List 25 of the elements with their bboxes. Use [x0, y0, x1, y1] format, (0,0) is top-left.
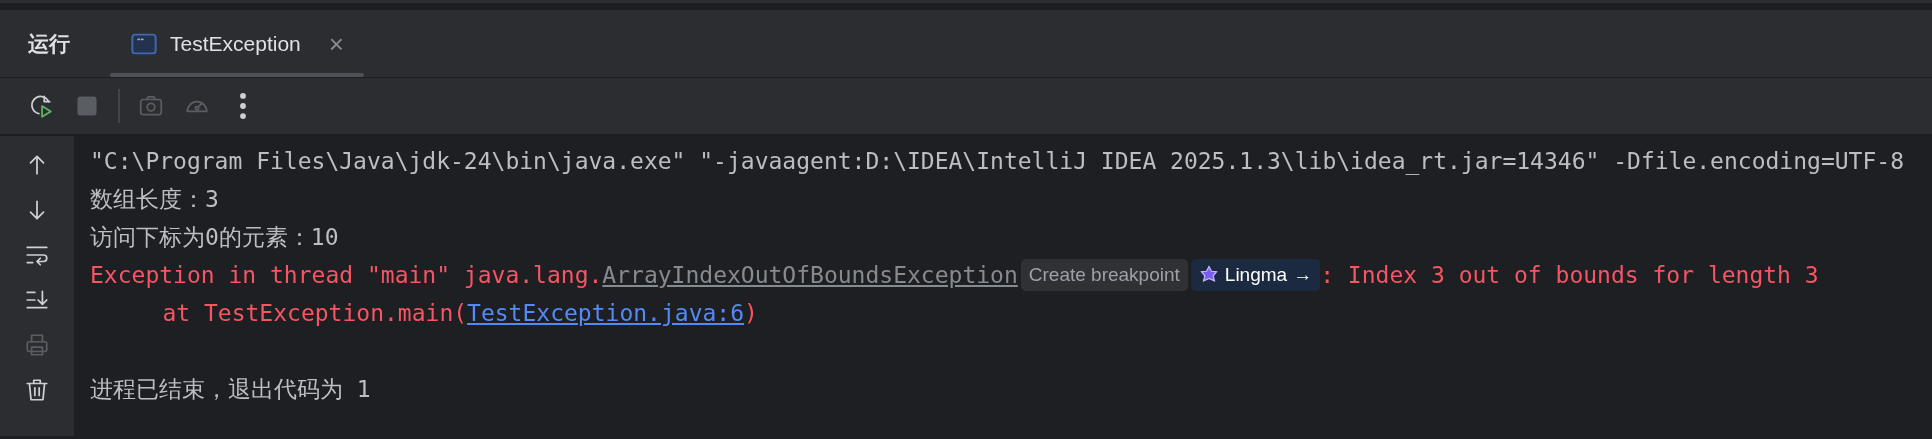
output-text: 访问下标为0的元素：10 [90, 222, 339, 252]
chip-arrow: → [1293, 262, 1313, 287]
rerun-icon [28, 93, 54, 119]
more-icon [240, 93, 246, 119]
camera-icon [138, 93, 164, 119]
close-button[interactable]: × [328, 30, 344, 57]
ai-assistant-button[interactable]: Lingma → [1190, 258, 1321, 292]
chip-label: Lingma [1224, 262, 1288, 287]
printer-icon [24, 332, 50, 358]
output-text: : Index 3 out of bounds for length 3 [1320, 260, 1819, 290]
output-text: ) [744, 298, 758, 328]
trash-icon [24, 377, 50, 403]
output-text: at TestException.main( [162, 298, 468, 328]
file-link[interactable]: TestException.java:6 [467, 295, 745, 331]
tool-window-title: 运行 [28, 30, 70, 57]
output-text: 进程已结束，退出代码为 1 [90, 374, 371, 404]
tab-label: TestException [170, 30, 301, 57]
stop-icon [74, 93, 100, 119]
star-icon [1198, 265, 1219, 285]
run-tab[interactable]: TestException × [110, 10, 364, 77]
create-breakpoint-button[interactable]: Create breakpoint [1020, 258, 1188, 292]
output-text: 数组长度：3 [90, 184, 219, 214]
command-line: "C:\Program Files\Java\jdk-24\bin\java.exe" "-javaagent:D:\IDEA\IntelliJ IDEA 2025.1.3\lib\idea_rt.jar=14346" -Dfile.encoding=UTF-8 [90, 146, 1904, 177]
class-link[interactable]: ArrayIndexOutOfBoundsException [602, 257, 1018, 293]
output-text: Exception in thread "main" java.lang. [90, 260, 603, 290]
